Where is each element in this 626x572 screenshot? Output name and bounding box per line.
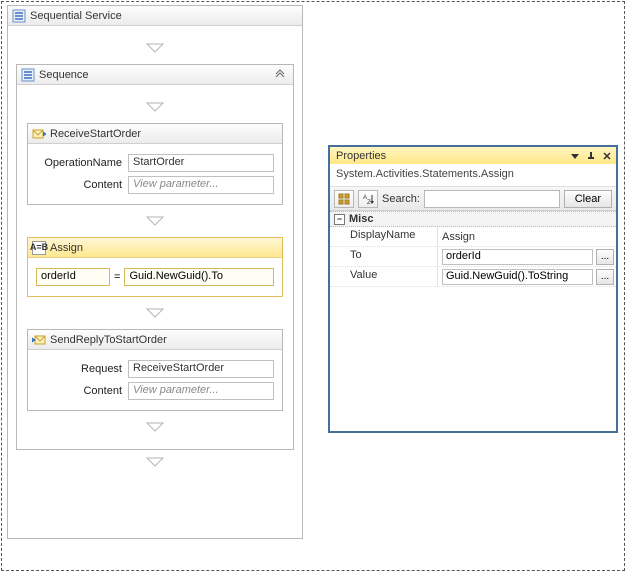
assign-equals: = (114, 271, 120, 283)
chevron-down-icon (145, 215, 165, 227)
design-canvas: Sequential Service Sequence (1, 1, 625, 571)
properties-title: Properties (336, 150, 386, 162)
connector-arrow[interactable] (16, 36, 294, 60)
chevron-down-icon (145, 307, 165, 319)
prop-label: Value (330, 267, 438, 286)
connector-arrow[interactable] (16, 450, 294, 474)
receive-title: ReceiveStartOrder (50, 128, 141, 140)
assign-to-input[interactable]: orderId (36, 268, 110, 286)
pin-icon[interactable] (584, 149, 598, 163)
receive-content-input[interactable]: View parameter... (128, 176, 274, 194)
chevron-down-icon (145, 421, 165, 433)
property-row-to[interactable]: To orderId ... (330, 247, 616, 267)
connector-arrow[interactable] (27, 209, 283, 233)
assign-body: orderId = Guid.NewGuid().To (28, 258, 282, 296)
properties-titlebar[interactable]: Properties (330, 147, 616, 164)
dropdown-icon[interactable] (568, 149, 582, 163)
send-reply-title: SendReplyToStartOrder (50, 334, 167, 346)
placeholder-text: View parameter... (133, 384, 219, 396)
send-content-input[interactable]: View parameter... (128, 382, 274, 400)
sequential-service-title: Sequential Service (30, 10, 122, 22)
send-content-label: Content (36, 385, 128, 397)
send-reply-body: Request ReceiveStartOrder Content View p… (28, 350, 282, 410)
prop-label: DisplayName (330, 227, 438, 246)
prop-label: To (330, 247, 438, 266)
operation-name-label: OperationName (36, 157, 128, 169)
prop-value[interactable]: Assign (442, 231, 475, 243)
sequence-title: Sequence (39, 69, 89, 81)
category-misc[interactable]: − Misc (330, 211, 616, 227)
send-reply-header[interactable]: SendReplyToStartOrder (28, 330, 282, 350)
sequence-icon (12, 9, 26, 23)
collapse-toggle-icon[interactable]: − (334, 214, 345, 225)
alphabetical-button[interactable]: AZ (358, 190, 378, 208)
connector-arrow[interactable] (27, 301, 283, 325)
message-in-icon (32, 127, 46, 141)
assign-icon: A=B (32, 241, 46, 255)
connector-arrow[interactable] (27, 415, 283, 439)
sequential-service-activity[interactable]: Sequential Service Sequence (7, 5, 303, 539)
search-input[interactable] (424, 190, 560, 208)
prop-to-input[interactable]: orderId (442, 249, 593, 265)
search-label: Search: (382, 193, 420, 205)
properties-panel[interactable]: Properties System.Activities.Statements.… (328, 145, 618, 433)
svg-text:Z: Z (367, 200, 371, 205)
chevron-down-icon (145, 42, 165, 54)
property-row-value[interactable]: Value Guid.NewGuid().ToString ... (330, 267, 616, 287)
collapse-icon[interactable] (273, 68, 287, 82)
sequential-service-header[interactable]: Sequential Service (8, 6, 302, 26)
request-input[interactable]: ReceiveStartOrder (128, 360, 274, 378)
sequential-service-body: Sequence (8, 26, 302, 484)
receive-activity[interactable]: ReceiveStartOrder OperationName StartOrd… (27, 123, 283, 205)
assign-title: Assign (50, 242, 83, 254)
property-grid: DisplayName Assign To orderId ... Value … (330, 227, 616, 287)
assign-value-input[interactable]: Guid.NewGuid().To (124, 268, 274, 286)
properties-type: System.Activities.Statements.Assign (330, 164, 616, 187)
sequence-header[interactable]: Sequence (17, 65, 293, 85)
property-row-displayname[interactable]: DisplayName Assign (330, 227, 616, 247)
receive-header[interactable]: ReceiveStartOrder (28, 124, 282, 144)
sequence-body: ReceiveStartOrder OperationName StartOrd… (17, 85, 293, 449)
placeholder-text: View parameter... (133, 178, 219, 190)
properties-toolbar: AZ Search: Clear (330, 187, 616, 211)
chevron-down-icon (145, 456, 165, 468)
clear-button[interactable]: Clear (564, 190, 612, 208)
request-label: Request (36, 363, 128, 375)
connector-arrow[interactable] (27, 95, 283, 119)
receive-content-label: Content (36, 179, 128, 191)
assign-activity[interactable]: A=B Assign orderId = Guid.NewGuid().To (27, 237, 283, 297)
ellipsis-button[interactable]: ... (596, 269, 614, 285)
close-icon[interactable] (600, 149, 614, 163)
sequence-icon (21, 68, 35, 82)
assign-header[interactable]: A=B Assign (28, 238, 282, 258)
category-label: Misc (349, 213, 373, 225)
receive-body: OperationName StartOrder Content View pa… (28, 144, 282, 204)
chevron-down-icon (145, 101, 165, 113)
categorize-button[interactable] (334, 190, 354, 208)
send-reply-activity[interactable]: SendReplyToStartOrder Request ReceiveSta… (27, 329, 283, 411)
ellipsis-button[interactable]: ... (596, 249, 614, 265)
prop-value-input[interactable]: Guid.NewGuid().ToString (442, 269, 593, 285)
sequence-activity[interactable]: Sequence (16, 64, 294, 450)
message-out-icon (32, 333, 46, 347)
operation-name-input[interactable]: StartOrder (128, 154, 274, 172)
